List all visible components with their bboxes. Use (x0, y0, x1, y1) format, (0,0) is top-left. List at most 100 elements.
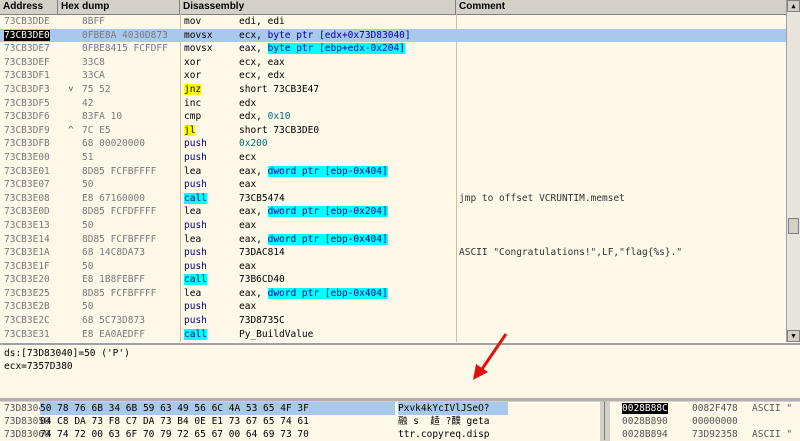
disasm-row[interactable]: 73CB3DF3 ˅ 75 52 jnz short 73CB3E47 (0, 83, 786, 97)
row-comment (459, 287, 789, 301)
disasm-row[interactable]: 73CB3DEF 33C8 xor ecx, eax (0, 56, 786, 70)
row-hex: 83FA 10 (82, 111, 123, 123)
jump-marker (68, 273, 82, 287)
row-comment (459, 273, 789, 287)
row-comment (459, 124, 789, 138)
disasm-row[interactable]: 73CB3E1F 50 push eax (0, 260, 786, 274)
disasm-row[interactable]: 73CB3E0D 8D85 FCFDFFFF lea eax, dword ptr [… (0, 205, 786, 219)
dump-hex: 50 78 76 6B 34 6B 59 63 49 56 6C 4A 53 6… (40, 402, 395, 415)
row-hex: 33CA (82, 70, 105, 82)
scrollbar-thumb[interactable] (788, 218, 799, 234)
stack-row[interactable]: 0028B88C 0082F478 ASCII " (610, 402, 800, 415)
row-mnemonic: call (184, 192, 207, 204)
disasm-row[interactable]: 73CB3E13 50 push eax (0, 219, 786, 233)
jump-marker (68, 260, 82, 274)
disasm-row[interactable]: 73CB3DDE 8BFF mov edi, edi (0, 15, 786, 29)
row-operand: 73DAC814 (239, 247, 285, 259)
row-operand: eax, byte ptr [ebp+edx-0x204] (239, 43, 405, 55)
dump-row[interactable]: 73D83060 74 74 72 00 63 6F 70 79 72 65 67… (0, 428, 600, 441)
disasm-row[interactable]: 73CB3E01 8D85 FCFBFFFF lea eax, dword ptr [… (0, 165, 786, 179)
hex-dump-pane[interactable]: 73D83040 50 78 76 6B 34 6B 59 63 49 56 6C… (0, 402, 600, 441)
memory-operand: dword ptr [ebp-0x404] (267, 287, 388, 299)
pane-divider[interactable] (604, 401, 605, 440)
dump-hex: 04 C8 DA 73 F8 C7 DA 73 B4 0E E1 73 67 6… (40, 416, 309, 427)
jump-marker (68, 300, 82, 314)
disasm-row[interactable]: 73CB3E2B 50 push eax (0, 300, 786, 314)
row-operand: short 73CB3DE0 (239, 124, 320, 136)
jump-marker (68, 233, 82, 247)
dump-row[interactable]: 73D83040 50 78 76 6B 34 6B 59 63 49 56 6C… (0, 402, 600, 415)
column-disassembly[interactable]: Disassembly (180, 0, 456, 14)
stack-value: 73D92358 (692, 429, 738, 440)
row-hex: 51 (82, 151, 94, 163)
info-line: ds:[73D83040]=50 ('P') (4, 348, 130, 359)
dump-hex: 74 74 72 00 63 6F 70 79 72 65 67 00 64 6… (40, 429, 309, 440)
jump-marker (68, 42, 82, 56)
disasm-row[interactable]: 73CB3E00 51 push ecx (0, 151, 786, 165)
row-mnemonic: push (184, 315, 207, 327)
row-hex: 8BFF (82, 16, 105, 27)
row-comment (459, 178, 789, 192)
row-comment (459, 56, 789, 70)
vertical-scrollbar[interactable]: ▲ ▼ (786, 0, 800, 342)
row-hex: 0FBE8A 4030D873 (82, 29, 168, 41)
disasm-row[interactable]: 73CB3E14 8D85 FCFBFFFF lea eax, dword ptr [… (0, 233, 786, 247)
dump-text: 融 s 趏 ?醭 geta (398, 416, 490, 427)
jump-marker (68, 219, 82, 233)
disasm-row[interactable]: 73CB3DE7 0FBE8415 FCFDFF movsx eax, byte pt… (0, 42, 786, 56)
scroll-down-icon[interactable]: ▼ (787, 330, 800, 342)
disasm-row[interactable]: 73CB3E25 8D85 FCFBFFFF lea eax, dword ptr [… (0, 287, 786, 301)
row-mnemonic: push (184, 138, 207, 150)
row-hex: 8D85 FCFBFFFF (82, 165, 157, 177)
row-comment: jmp to offset VCRUNTIM.memset (459, 192, 625, 204)
jump-marker: ^ (68, 124, 74, 136)
disasm-row[interactable]: 73CB3DF5 42 inc edx (0, 97, 786, 111)
stack-row[interactable]: 0028B894 73D92358 ASCII " (610, 428, 800, 441)
row-comment (459, 83, 789, 97)
jump-marker (68, 192, 82, 206)
row-hex: 8D85 FCFDFFFF (82, 206, 157, 218)
row-hex: 33C8 (82, 56, 105, 68)
disasm-row[interactable]: 73CB3DF1 33CA xor ecx, edx (0, 69, 786, 83)
row-hex: 75 52 (82, 83, 111, 95)
row-mnemonic: xor (184, 70, 202, 82)
disasm-row[interactable]: 73CB3DE0 0FBE8A 4030D873 movsx ecx, byte pt… (0, 28, 786, 43)
row-mnemonic: movsx (184, 43, 213, 55)
scroll-up-icon[interactable]: ▲ (787, 0, 800, 12)
row-operand: eax (239, 179, 257, 191)
stack-value: 0082F478 (692, 403, 738, 414)
column-hex-dump[interactable]: Hex dump (58, 0, 180, 14)
memory-operand: byte ptr [edx+0x73D83040] (267, 29, 411, 41)
disasm-row[interactable]: 73CB3E07 50 push eax (0, 178, 786, 192)
memory-operand: dword ptr [ebp-0x204] (267, 206, 388, 218)
row-comment (459, 205, 789, 219)
row-mnemonic: jl (184, 124, 196, 136)
cpu-disassembly-pane[interactable]: Address Hex dump Disassembly Comment 73C… (0, 0, 800, 342)
row-mnemonic: push (184, 247, 207, 259)
disasm-row[interactable]: 73CB3DF6 83FA 10 cmp edx, 0x10 (0, 110, 786, 124)
disasm-row[interactable]: 73CB3E31 E8 EA0AEDFF call Py_BuildValue (0, 328, 786, 342)
row-mnemonic: jnz (184, 83, 202, 95)
row-comment (459, 97, 789, 111)
row-operand: edx (239, 97, 257, 109)
row-mnemonic: push (184, 260, 207, 272)
disasm-row[interactable]: 73CB3DF9 ^ 7C E5 jl short 73CB3DE0 (0, 124, 786, 138)
row-mnemonic: lea (184, 233, 202, 245)
stack-row[interactable]: 0028B890 00000000 (610, 415, 800, 428)
row-comment (459, 137, 789, 151)
disasm-row[interactable]: 73CB3E1A 68 14C8DA73 push 73DAC814 ASCII "Co… (0, 246, 786, 260)
dump-row[interactable]: 73D83050 04 C8 DA 73 F8 C7 DA 73 B4 0E E1… (0, 415, 600, 428)
stack-pane[interactable]: 0028B88C 0082F478 ASCII " 0028B890 00000000 0… (610, 402, 800, 441)
row-mnemonic: xor (184, 56, 202, 68)
row-mnemonic: lea (184, 206, 202, 218)
column-comment[interactable]: Comment (456, 0, 786, 14)
jump-marker (68, 314, 82, 328)
disasm-row[interactable]: 73CB3E08 E8 67160000 call 73CB5474 jmp to of… (0, 192, 786, 206)
column-address[interactable]: Address (0, 0, 58, 14)
disasm-row[interactable]: 73CB3E2C 68 5C73D873 push 73D8735C (0, 314, 786, 328)
disasm-row[interactable]: 73CB3E20 E8 1B8FEBFF call 73B6CD40 (0, 273, 786, 287)
disasm-row[interactable]: 73CB3DFB 68 00020000 push 0x200 (0, 137, 786, 151)
memory-operand: byte ptr [ebp+edx-0x204] (267, 43, 405, 55)
stack-value: 00000000 (692, 416, 738, 427)
row-comment (459, 165, 789, 179)
